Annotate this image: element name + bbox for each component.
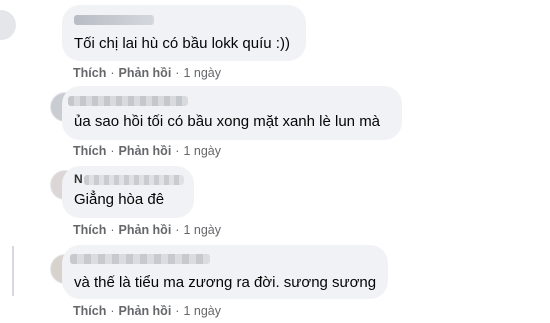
author-name-initial[interactable]: N xyxy=(74,172,83,186)
timestamp[interactable]: 1 ngày xyxy=(183,304,221,318)
like-link[interactable]: Thích xyxy=(73,223,106,237)
avatar[interactable] xyxy=(0,10,16,40)
reply-link[interactable]: Phản hồi xyxy=(119,66,172,80)
timestamp[interactable]: 1 ngày xyxy=(183,144,221,158)
author-name-redacted[interactable] xyxy=(74,15,154,25)
comment-text: ủa sao hồi tối có bầu xong mặt xanh lè l… xyxy=(74,113,381,130)
reply-link[interactable]: Phản hồi xyxy=(119,304,172,318)
like-link[interactable]: Thích xyxy=(73,66,106,80)
thread-line xyxy=(12,246,14,296)
comment-bubble: Tối chị lai hù có bầu lokk quíu :)) xyxy=(62,5,306,61)
comment-text: Tối chị lai hù có bầu lokk quíu :)) xyxy=(74,35,290,52)
comment-actions: Thích · Phản hồi · 1 ngày xyxy=(73,304,221,318)
like-link[interactable]: Thích xyxy=(73,304,106,318)
author-name-redacted[interactable] xyxy=(68,96,188,106)
comment-text: Giẳng hòa đê xyxy=(74,191,165,208)
reply-link[interactable]: Phản hồi xyxy=(119,223,172,237)
timestamp[interactable]: 1 ngày xyxy=(183,223,221,237)
reply-link[interactable]: Phản hồi xyxy=(119,144,172,158)
author-name-redacted[interactable] xyxy=(84,175,184,185)
comment-bubble: ủa sao hồi tối có bầu xong mặt xanh lè l… xyxy=(62,86,402,140)
like-link[interactable]: Thích xyxy=(73,144,106,158)
comment-actions: Thích · Phản hồi · 1 ngày xyxy=(73,66,221,80)
author-name-redacted[interactable] xyxy=(70,254,210,264)
comment-actions: Thích · Phản hồi · 1 ngày xyxy=(73,144,221,158)
comment-actions: Thích · Phản hồi · 1 ngày xyxy=(73,223,221,237)
comment-text: và thế là tiểu ma zương ra đời. sương sư… xyxy=(74,274,377,291)
comment-bubble: N Giẳng hòa đê xyxy=(62,166,194,218)
comment-bubble: và thế là tiểu ma zương ra đời. sương sư… xyxy=(62,245,388,299)
timestamp[interactable]: 1 ngày xyxy=(183,66,221,80)
